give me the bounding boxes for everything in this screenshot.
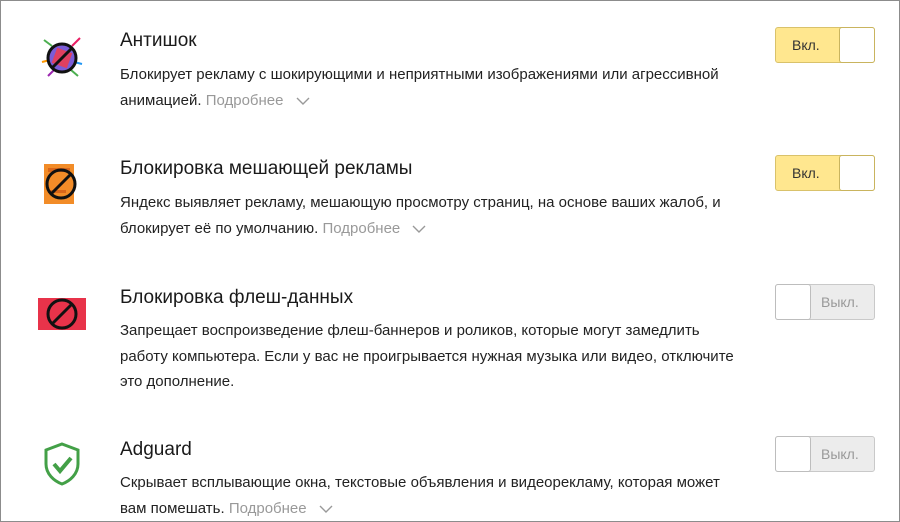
extension-description: Яндекс выявляет рекламу, мешающую просмо… xyxy=(120,190,740,241)
toggle-knob[interactable] xyxy=(839,27,875,63)
more-link[interactable]: Подробнее xyxy=(206,92,284,109)
more-link[interactable]: Подробнее xyxy=(322,220,400,237)
toggle-switch[interactable]: Выкл. xyxy=(775,436,875,472)
antishock-icon xyxy=(38,32,86,80)
adguard-shield-icon xyxy=(38,440,86,488)
toggle-switch[interactable]: Выкл. xyxy=(775,284,875,320)
toggle-label: Вкл. xyxy=(792,165,820,181)
toggle-knob[interactable] xyxy=(775,436,811,472)
chevron-down-icon[interactable] xyxy=(319,496,333,522)
description-text: Скрывает всплывающие окна, текстовые объ… xyxy=(120,474,720,517)
toggle-switch[interactable]: Вкл. xyxy=(775,27,875,63)
toggle-label: Вкл. xyxy=(792,37,820,53)
toggle-knob[interactable] xyxy=(775,284,811,320)
toggle-label: Выкл. xyxy=(821,446,859,462)
chevron-down-icon[interactable] xyxy=(412,216,426,242)
extension-description: Скрывает всплывающие окна, текстовые объ… xyxy=(120,470,740,521)
extension-title: Adguard xyxy=(120,439,192,460)
toggle-switch[interactable]: Вкл. xyxy=(775,155,875,191)
toggle-knob[interactable] xyxy=(839,155,875,191)
extension-title: Блокировка мешающей рекламы xyxy=(120,158,413,179)
extension-title: Блокировка флеш-данных xyxy=(120,287,354,308)
flash-block-icon xyxy=(38,290,86,338)
chevron-down-icon[interactable] xyxy=(296,88,310,114)
extension-title: Антишок xyxy=(120,30,197,51)
ad-block-icon xyxy=(38,160,86,208)
toggle-label: Выкл. xyxy=(821,294,859,310)
description-text: Запрещает воспроизведение флеш-баннеров … xyxy=(120,322,734,390)
more-link[interactable]: Подробнее xyxy=(229,500,307,517)
extension-description: Блокирует рекламу с шокирующими и неприя… xyxy=(120,62,740,113)
extension-description: Запрещает воспроизведение флеш-баннеров … xyxy=(120,318,740,395)
